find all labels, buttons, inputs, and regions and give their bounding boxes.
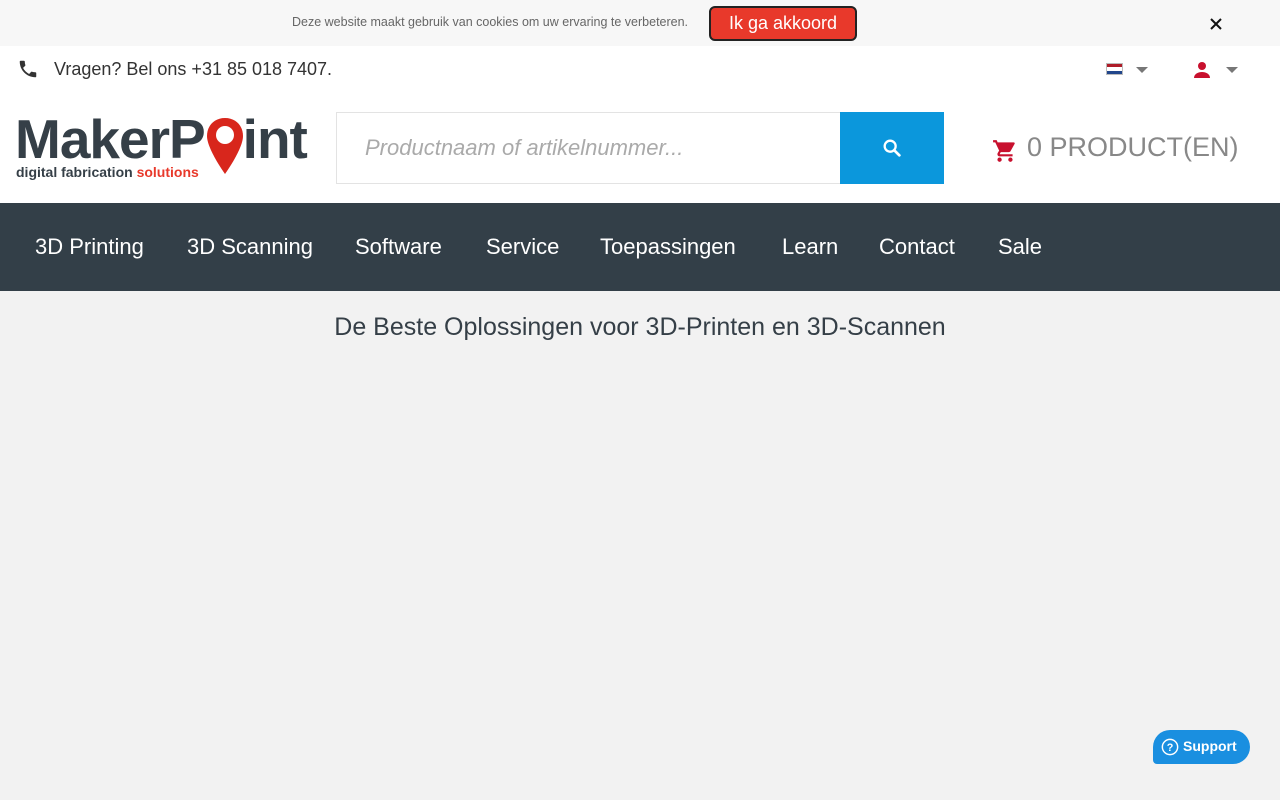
chevron-down-icon [1136,67,1148,73]
account-menu[interactable] [1190,58,1240,80]
close-icon[interactable] [1206,14,1226,34]
netherlands-flag-icon [1106,63,1123,75]
nav-item-3d-scanning[interactable]: 3D Scanning [187,234,313,260]
language-selector[interactable] [1106,60,1152,80]
support-button[interactable]: ? Support [1153,730,1250,764]
page-title: De Beste Oplossingen voor 3D-Printen en … [334,313,946,341]
user-icon [1194,62,1210,78]
nav-item-toepassingen[interactable]: Toepassingen [600,234,736,260]
search-button[interactable] [840,112,944,184]
logo-wordmark: MakerP int [15,108,308,170]
nav-item-learn[interactable]: Learn [782,234,838,260]
support-label: Support [1183,738,1237,754]
logo-tagline: digital fabrication solutions [16,164,199,180]
cart-icon [993,140,1015,162]
nav-item-sale[interactable]: Sale [998,234,1042,260]
nav-item-software[interactable]: Software [355,234,442,260]
search-input[interactable] [336,112,841,184]
cart-count-label: 0 PRODUCT(EN) [1027,132,1239,162]
cookie-message: Deze website maakt gebruik van cookies o… [292,15,689,29]
phone-icon [19,60,37,78]
nav-item-3d-printing[interactable]: 3D Printing [35,234,144,260]
logo[interactable]: MakerP int digital fabrication solutions [15,108,308,182]
main-nav: 3D Printing 3D Scanning Software Service… [0,203,1280,291]
cookie-accept-button[interactable]: Ik ga akkoord [709,6,857,41]
chevron-down-icon [1226,67,1238,73]
search-icon [883,139,901,157]
question-circle-icon: ? [1161,738,1179,756]
cart-summary[interactable]: 0 PRODUCT(EN) [992,130,1239,166]
nav-item-service[interactable]: Service [486,234,559,260]
header: MakerP int digital fabrication solutions … [0,92,1280,203]
map-pin-icon [207,118,243,174]
cookie-bar: Deze website maakt gebruik van cookies o… [0,0,1280,46]
svg-text:?: ? [1167,742,1174,754]
nav-item-contact[interactable]: Contact [879,234,955,260]
phone-text[interactable]: Vragen? Bel ons +31 85 018 7407. [54,59,332,80]
top-bar: Vragen? Bel ons +31 85 018 7407. [0,46,1280,92]
